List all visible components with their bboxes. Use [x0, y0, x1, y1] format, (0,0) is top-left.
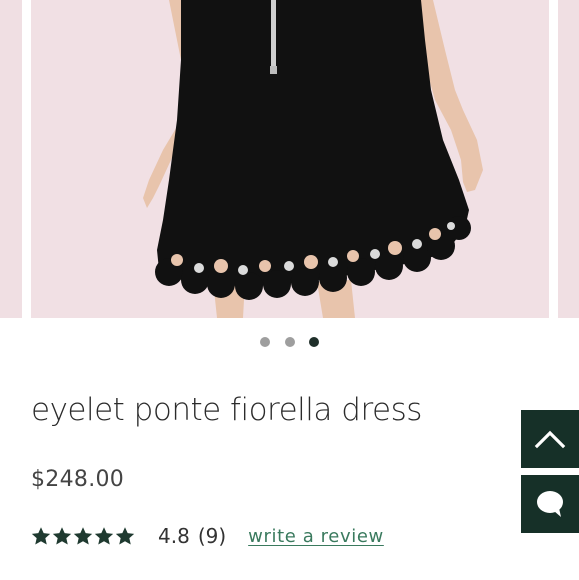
product-image-carousel[interactable]	[0, 0, 579, 318]
product-image[interactable]	[31, 0, 549, 318]
carousel-dot-2[interactable]	[285, 337, 295, 347]
chat-bubble-icon	[537, 491, 563, 517]
star-icon	[94, 527, 114, 545]
carousel-dot-1[interactable]	[260, 337, 270, 347]
star-icon	[115, 527, 135, 545]
chevron-up-icon	[534, 430, 566, 449]
star-icon	[73, 527, 93, 545]
star-rating	[31, 526, 136, 546]
product-title: eyelet ponte fiorella dress	[31, 392, 422, 428]
rating-score: 4.8	[158, 524, 190, 548]
previous-slide-peek[interactable]	[0, 0, 22, 318]
carousel-dot-3[interactable]	[309, 337, 319, 347]
product-price: $248.00	[31, 467, 125, 492]
back-to-top-button[interactable]	[521, 410, 579, 468]
review-count[interactable]: (9)	[198, 524, 226, 548]
carousel-pagination	[0, 337, 579, 347]
next-slide-peek[interactable]	[558, 0, 579, 318]
dress-photo	[31, 0, 549, 318]
star-icon	[31, 527, 51, 545]
rating-summary: 4.8 (9) write a review	[31, 521, 384, 551]
chat-button[interactable]	[521, 475, 579, 533]
star-icon	[52, 527, 72, 545]
write-review-link[interactable]: write a review	[248, 526, 384, 547]
